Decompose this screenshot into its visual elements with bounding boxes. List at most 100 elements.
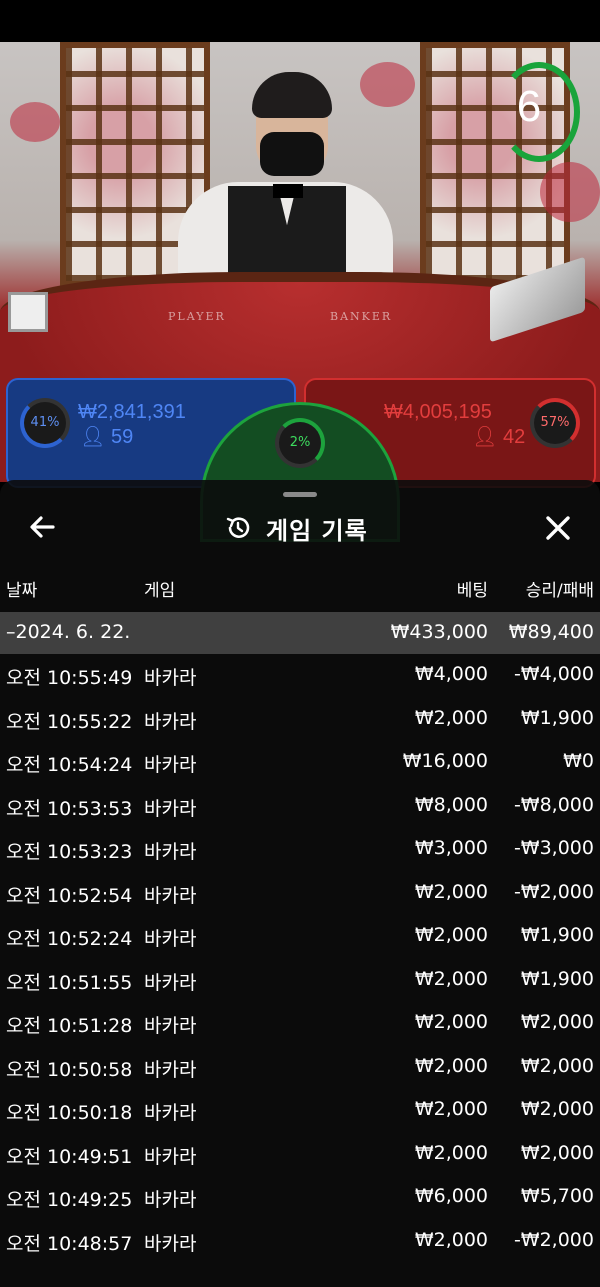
history-row[interactable]: 오전 10:48:57 바카라 ₩2,000 -₩2,000 — [0, 1220, 600, 1264]
history-icon — [226, 517, 250, 538]
dealer-hair — [252, 72, 332, 118]
row-time: 오전 10:51:55 — [6, 971, 133, 994]
row-result: ₩2,000 — [520, 1141, 594, 1164]
row-bet: ₩2,000 — [414, 1054, 488, 1077]
row-time: 오전 10:53:53 — [6, 797, 133, 820]
row-bet: ₩2,000 — [414, 1228, 488, 1251]
history-row[interactable]: 오전 10:50:18 바카라 ₩2,000 ₩2,000 — [0, 1089, 600, 1133]
status-bar — [0, 0, 600, 42]
row-result: -₩2,000 — [513, 1228, 594, 1251]
row-result: -₩4,000 — [513, 663, 594, 685]
row-game: 바카라 — [144, 754, 197, 776]
row-time: 오전 10:53:23 — [6, 841, 133, 863]
close-icon[interactable] — [540, 510, 576, 546]
row-result: ₩2,000 — [520, 1054, 594, 1077]
row-time: 오전 10:51:28 — [6, 1015, 133, 1037]
col-date: 날짜 — [6, 581, 38, 601]
plum-blossom — [540, 162, 600, 222]
banker-percent: 57% — [530, 398, 580, 448]
col-result: 승리/패배 — [525, 581, 594, 601]
row-bet: ₩2,000 — [414, 1141, 488, 1164]
history-row[interactable]: 오전 10:51:28 바카라 ₩2,000 ₩2,000 — [0, 1002, 600, 1046]
row-game: 바카라 — [144, 1102, 197, 1124]
dealer-bowtie — [273, 184, 303, 198]
tie-percent: 2% — [275, 418, 325, 468]
history-list: –2024. 6. 22. ₩433,000 ₩89,400 오전 10:55:… — [0, 612, 600, 1263]
row-result: ₩2,000 — [520, 1011, 594, 1033]
row-time: 오전 10:50:18 — [6, 1102, 133, 1124]
row-time: 오전 10:54:24 — [6, 754, 133, 776]
row-time: 오전 10:52:54 — [6, 884, 133, 907]
row-time: 오전 10:55:22 — [6, 710, 133, 733]
row-game: 바카라 — [144, 1145, 197, 1168]
summary-result: ₩89,400 — [508, 621, 594, 643]
row-bet: ₩8,000 — [414, 793, 488, 816]
history-row[interactable]: 오전 10:51:55 바카라 ₩2,000 ₩1,900 — [0, 959, 600, 1003]
col-bet: 베팅 — [456, 581, 488, 601]
plum-blossom — [10, 102, 60, 142]
player-bettor-count: 👤︎ 59 — [80, 424, 133, 449]
history-row[interactable]: 오전 10:49:51 바카라 ₩2,000 ₩2,000 — [0, 1133, 600, 1177]
banker-table-label: BANKER — [330, 310, 393, 323]
row-game: 바카라 — [144, 1058, 197, 1081]
history-row[interactable]: 오전 10:55:49 바카라 ₩4,000 -₩4,000 — [0, 654, 600, 698]
sheet-header: 게임 기록 — [0, 500, 600, 556]
row-game: 바카라 — [144, 928, 197, 950]
history-row[interactable]: 오전 10:49:25 바카라 ₩6,000 ₩5,700 — [0, 1176, 600, 1220]
history-row[interactable]: 오전 10:53:23 바카라 ₩3,000 -₩3,000 — [0, 828, 600, 872]
row-bet: ₩2,000 — [414, 1098, 488, 1120]
row-game: 바카라 — [144, 971, 197, 994]
row-result: -₩2,000 — [513, 880, 594, 903]
player-table-label: PLAYER — [168, 310, 226, 323]
countdown-timer: 6 — [516, 82, 542, 131]
history-row[interactable]: 오전 10:50:58 바카라 ₩2,000 ₩2,000 — [0, 1046, 600, 1090]
row-game: 바카라 — [144, 797, 197, 820]
column-headers: 날짜 게임 베팅 승리/패배 — [0, 576, 600, 602]
row-game: 바카라 — [144, 667, 197, 689]
history-row[interactable]: 오전 10:52:54 바카라 ₩2,000 -₩2,000 — [0, 872, 600, 916]
row-bet: ₩2,000 — [414, 1011, 488, 1033]
date-summary-row[interactable]: –2024. 6. 22. ₩433,000 ₩89,400 — [0, 612, 600, 654]
row-bet: ₩6,000 — [414, 1185, 488, 1207]
row-result: ₩2,000 — [520, 1098, 594, 1120]
row-bet: ₩2,000 — [414, 706, 488, 729]
row-result: ₩5,700 — [520, 1185, 594, 1207]
history-row[interactable]: 오전 10:52:24 바카라 ₩2,000 ₩1,900 — [0, 915, 600, 959]
row-time: 오전 10:50:58 — [6, 1058, 133, 1081]
row-bet: ₩3,000 — [414, 837, 488, 859]
summary-bet: ₩433,000 — [390, 621, 488, 643]
row-game: 바카라 — [144, 1232, 197, 1255]
row-result: ₩1,900 — [520, 924, 594, 946]
row-game: 바카라 — [144, 1015, 197, 1037]
person-icon: 👤︎ — [80, 426, 106, 448]
row-bet: ₩2,000 — [414, 967, 488, 990]
sheet-title-group: 게임 기록 — [224, 508, 368, 548]
summary-date: –2024. 6. 22. — [6, 621, 131, 643]
row-game: 바카라 — [144, 841, 197, 863]
row-game: 바카라 — [144, 884, 197, 907]
row-bet: ₩4,000 — [414, 663, 488, 685]
sheet-title: 게임 기록 — [266, 516, 368, 545]
player-count-value: 59 — [110, 426, 134, 448]
banker-count-value: 42 — [502, 426, 526, 448]
dealer-mask — [260, 132, 324, 176]
history-row[interactable]: 오전 10:55:22 바카라 ₩2,000 ₩1,900 — [0, 698, 600, 742]
player-percent: 41% — [20, 398, 70, 448]
row-result: ₩1,900 — [520, 967, 594, 990]
person-icon: 👤︎ — [472, 426, 498, 448]
row-result: -₩3,000 — [513, 837, 594, 859]
row-time: 오전 10:49:25 — [6, 1189, 133, 1211]
row-time: 오전 10:49:51 — [6, 1145, 133, 1168]
game-history-sheet: 게임 기록 날짜 게임 베팅 승리/패배 –2024. 6. 22. ₩433,… — [0, 480, 600, 1287]
arrow-left-icon[interactable] — [26, 510, 60, 544]
history-row[interactable]: 오전 10:54:24 바카라 ₩16,000 ₩0 — [0, 741, 600, 785]
row-time: 오전 10:48:57 — [6, 1232, 133, 1255]
row-bet: ₩16,000 — [402, 750, 488, 772]
history-row[interactable]: 오전 10:53:53 바카라 ₩8,000 -₩8,000 — [0, 785, 600, 829]
row-time: 오전 10:55:49 — [6, 667, 133, 689]
row-result: -₩8,000 — [513, 793, 594, 816]
player-bet-total: ₩2,841,391 — [78, 401, 186, 423]
banker-bettor-count: 👤︎ 42 — [472, 424, 525, 449]
row-result: ₩1,900 — [520, 706, 594, 729]
drag-handle[interactable] — [283, 492, 317, 497]
